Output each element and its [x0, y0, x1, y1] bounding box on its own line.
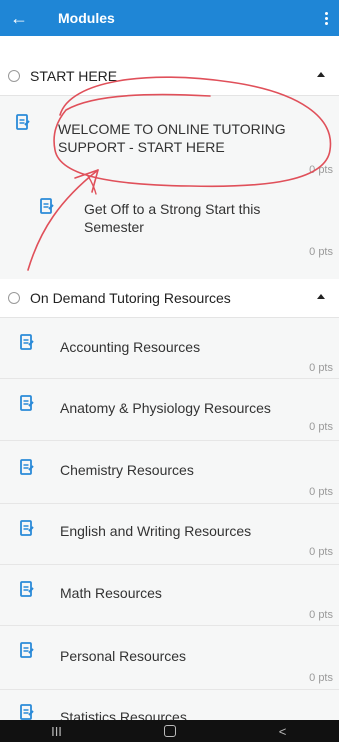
module-item-math[interactable]: Math Resources 0 pts	[0, 565, 339, 625]
module-title: On Demand Tutoring Resources	[30, 290, 231, 306]
module-header-start-here[interactable]: START HERE	[0, 57, 339, 96]
module-item-title: Accounting Resources	[60, 339, 201, 355]
module-item-english[interactable]: English and Writing Resources 0 pts	[0, 504, 339, 564]
page-icon	[20, 459, 34, 476]
page-icon	[20, 642, 34, 659]
module-status-radio-icon	[8, 70, 20, 82]
more-vertical-icon[interactable]	[319, 0, 333, 36]
module-item-points: 0 pts	[309, 609, 333, 621]
module-item-title: Statistics Resources	[60, 709, 187, 720]
module-item-title: Personal Resources	[60, 648, 187, 664]
module-item-strong-start[interactable]: Get Off to a Strong Start this Semester …	[0, 188, 339, 279]
page-icon	[20, 395, 34, 412]
page-icon	[20, 581, 34, 598]
module-item-points: 0 pts	[309, 486, 333, 498]
module-item-title: WELCOME TO ONLINE TUTORING SUPPORT - STA…	[58, 121, 286, 155]
module-item-points: 0 pts	[309, 362, 333, 374]
page-icon	[20, 334, 34, 351]
module-item-points: 0 pts	[309, 246, 333, 258]
arrow-left-icon[interactable]: ←	[10, 0, 36, 36]
home-icon	[163, 725, 176, 737]
module-item-title: English and Writing Resources	[60, 523, 252, 539]
module-item-points: 0 pts	[309, 421, 333, 433]
module-item-title: Get Off to a Strong Start this Semester	[84, 201, 261, 235]
module-item-title: Chemistry Resources	[60, 462, 194, 478]
collapse-caret-icon[interactable]	[317, 294, 325, 299]
module-item-welcome[interactable]: WELCOME TO ONLINE TUTORING SUPPORT - STA…	[0, 96, 339, 188]
module-item-points: 0 pts	[309, 672, 333, 684]
module-item-title: Math Resources	[60, 585, 162, 601]
module-status-radio-icon	[8, 292, 20, 304]
page-icon	[40, 198, 54, 215]
page-icon	[20, 520, 34, 537]
page-icon	[16, 114, 30, 131]
back-button[interactable]: <	[263, 724, 303, 739]
module-item-personal[interactable]: Personal Resources 0 pts	[0, 626, 339, 689]
page-title: Modules	[58, 10, 115, 26]
module-item-title: Anatomy & Physiology Resources	[60, 400, 271, 416]
page-icon	[20, 704, 34, 720]
module-item-statistics[interactable]: Statistics Resources	[0, 690, 339, 720]
collapse-caret-icon[interactable]	[317, 72, 325, 77]
module-item-anatomy[interactable]: Anatomy & Physiology Resources 0 pts	[0, 379, 339, 440]
recents-button[interactable]: III	[37, 724, 77, 739]
module-item-points: 0 pts	[309, 164, 333, 176]
system-nav-bar: III <	[0, 720, 339, 742]
app-bar: ← Modules	[0, 0, 339, 36]
module-item-chemistry[interactable]: Chemistry Resources 0 pts	[0, 441, 339, 503]
module-header-on-demand[interactable]: On Demand Tutoring Resources	[0, 279, 339, 318]
home-button[interactable]	[150, 725, 190, 737]
module-title: START HERE	[30, 68, 118, 84]
module-item-accounting[interactable]: Accounting Resources 0 pts	[0, 318, 339, 378]
module-item-points: 0 pts	[309, 546, 333, 558]
